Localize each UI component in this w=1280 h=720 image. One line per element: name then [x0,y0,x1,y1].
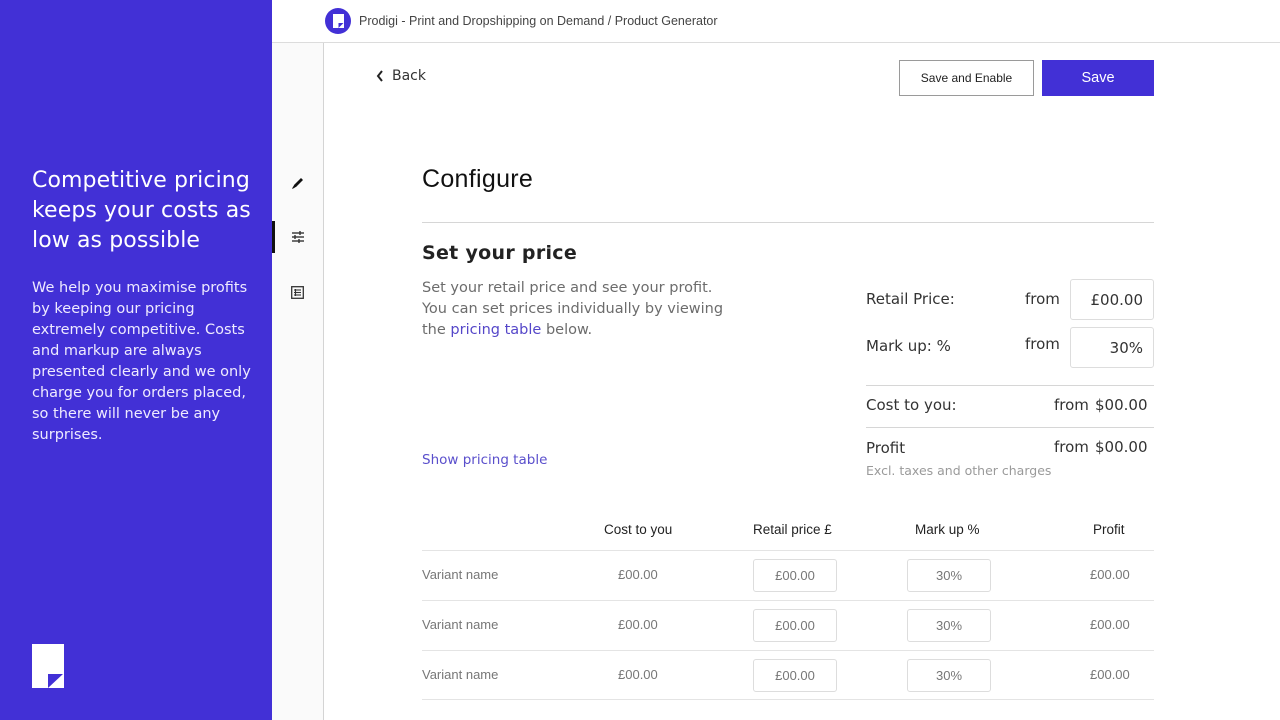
variant-name: Variant name [422,567,499,582]
retail-price-from: from [1025,290,1060,308]
section-title: Set your price [422,242,578,264]
variant-cost: £00.00 [618,567,658,582]
save-button[interactable]: Save [1042,60,1154,96]
variant-markup-input[interactable] [907,609,991,642]
page-title: Configure [422,165,534,193]
variant-markup-input[interactable] [907,559,991,592]
markup-from: from [1025,335,1060,353]
table-row: Variant name £00.00 £00.00 [422,600,1154,650]
cost-from: from [1054,396,1089,414]
variant-name: Variant name [422,667,499,682]
retail-price-label: Retail Price: [866,290,955,308]
col-header-cost: Cost to you [604,522,673,537]
pricing-table-link[interactable]: pricing table [450,322,541,338]
profit-from: from [1054,438,1089,456]
chevron-left-icon [376,70,383,82]
col-header-markup: Mark up % [915,522,980,537]
list-icon [291,285,304,299]
top-bar: Prodigi - Print and Dropshipping on Dema… [272,0,1280,43]
retail-price-input[interactable] [1070,279,1154,320]
variant-cost: £00.00 [618,617,658,632]
show-pricing-table-link[interactable]: Show pricing table [422,452,547,468]
profit-value: $00.00 [1095,438,1148,456]
table-row: Variant name £00.00 £00.00 [422,650,1154,700]
variant-retail-input[interactable] [753,659,837,692]
section-description: Set your retail price and see your profi… [422,278,732,341]
promo-body: We help you maximise profits by keeping … [32,280,251,443]
rail-item-configure[interactable] [272,221,323,253]
col-header-profit: Profit [1093,522,1125,537]
cost-value: $00.00 [1095,396,1148,414]
col-header-retail: Retail price £ [753,522,832,537]
rail-item-details[interactable] [272,276,323,308]
summary-divider [866,385,1154,386]
table-row: Variant name £00.00 £00.00 [422,550,1154,600]
variant-cost: £00.00 [618,667,658,682]
save-and-enable-button[interactable]: Save and Enable [899,60,1034,96]
promo-title: Competitive pricing keeps your costs as … [32,168,251,253]
profit-label: Profit [866,439,906,457]
variant-retail-input[interactable] [753,559,837,592]
summary-divider [866,427,1154,428]
back-button[interactable]: Back [376,68,426,84]
rail-item-edit[interactable] [272,167,323,199]
prodigi-app-icon [325,8,351,34]
sliders-icon [291,231,304,243]
variant-profit: £00.00 [1090,567,1130,582]
side-rail [272,43,324,720]
markup-input[interactable] [1070,327,1154,368]
variant-name: Variant name [422,617,499,632]
pencil-icon [291,178,303,189]
cost-to-you-label: Cost to you: [866,396,957,414]
prodigi-logo-icon [32,644,64,688]
back-label: Back [392,68,426,84]
desc-text-after: below. [541,322,593,338]
variant-profit: £00.00 [1090,667,1130,682]
title-divider [422,222,1154,223]
breadcrumb: Prodigi - Print and Dropshipping on Dema… [359,14,718,28]
variant-markup-input[interactable] [907,659,991,692]
variant-profit: £00.00 [1090,617,1130,632]
variant-retail-input[interactable] [753,609,837,642]
markup-label: Mark up: % [866,337,951,355]
profit-note: Excl. taxes and other charges [866,463,1052,478]
main-content: Back Save and Enable Save Configure Set … [324,43,1280,720]
promo-panel: Competitive pricing keeps your costs as … [0,0,272,720]
